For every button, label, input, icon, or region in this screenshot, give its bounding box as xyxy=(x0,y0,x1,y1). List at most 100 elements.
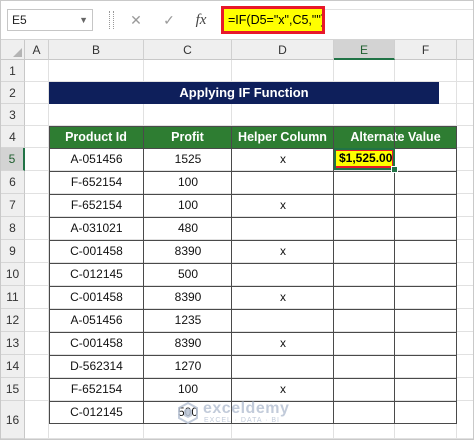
table-border xyxy=(49,355,457,356)
cell-profit[interactable]: 1270 xyxy=(144,355,232,378)
cell-helper[interactable]: x xyxy=(232,148,334,171)
cell-alternate-value-ext[interactable] xyxy=(395,217,457,240)
select-all-corner[interactable] xyxy=(1,40,25,60)
cell-profit[interactable]: 480 xyxy=(144,217,232,240)
cell-alternate-value-ext[interactable] xyxy=(395,171,457,194)
column-header-overflow[interactable] xyxy=(457,40,473,60)
cell-profit[interactable]: 100 xyxy=(144,194,232,217)
cell-profit[interactable]: 500 xyxy=(144,263,232,286)
cell-alternate-value-ext[interactable] xyxy=(395,263,457,286)
row-header-9[interactable]: 9 xyxy=(1,240,25,263)
cell-product-id[interactable]: C-001458 xyxy=(49,332,144,355)
header-product-id[interactable]: Product Id xyxy=(49,126,144,148)
cell-alternate-value-ext[interactable] xyxy=(395,378,457,401)
cell-product-id[interactable]: C-012145 xyxy=(49,263,144,286)
row-header-4[interactable]: 4 xyxy=(1,126,25,148)
cell-product-id[interactable]: C-001458 xyxy=(49,240,144,263)
cell-alternate-value-ext[interactable] xyxy=(395,240,457,263)
close-icon[interactable]: ✕ xyxy=(126,10,146,30)
formula-input[interactable]: =IF(D5="x",C5,"") xyxy=(221,6,325,34)
row-header-10[interactable]: 10 xyxy=(1,263,25,286)
column-header-c[interactable]: C xyxy=(144,40,232,60)
cell-alternate-value-ext[interactable] xyxy=(395,401,457,424)
cell-product-id[interactable]: C-012145 xyxy=(49,401,144,424)
row-header-6[interactable]: 6 xyxy=(1,171,25,194)
formula-bar-grip[interactable] xyxy=(109,11,114,29)
active-cell-outline xyxy=(334,148,395,170)
column-header-e[interactable]: E xyxy=(334,40,395,60)
cell-alternate-value[interactable] xyxy=(334,355,395,378)
cell-alternate-value[interactable] xyxy=(334,171,395,194)
sheet-title[interactable]: Applying IF Function xyxy=(49,82,439,104)
cell-alternate-value[interactable] xyxy=(334,286,395,309)
cell-profit[interactable]: 100 xyxy=(144,378,232,401)
cell-helper[interactable]: x xyxy=(232,194,334,217)
formula-input-extension[interactable] xyxy=(325,9,473,32)
row-header-5[interactable]: 5 xyxy=(1,148,25,171)
cell-helper[interactable] xyxy=(232,355,334,378)
cell-alternate-value[interactable] xyxy=(334,194,395,217)
row-header-11[interactable]: 11 xyxy=(1,286,25,309)
gridline xyxy=(25,438,473,439)
cell-helper[interactable] xyxy=(232,171,334,194)
row-header-16[interactable]: 16 xyxy=(1,401,25,439)
exceldemy-logo-icon xyxy=(178,402,198,424)
cell-alternate-value[interactable] xyxy=(334,378,395,401)
cell-alternate-value-ext[interactable] xyxy=(395,194,457,217)
cell-profit[interactable]: 1235 xyxy=(144,309,232,332)
cell-profit[interactable]: 8390 xyxy=(144,332,232,355)
cell-product-id[interactable]: F-652154 xyxy=(49,378,144,401)
cell-product-id[interactable]: A-051456 xyxy=(49,309,144,332)
cell-helper[interactable]: x xyxy=(232,378,334,401)
cell-helper[interactable] xyxy=(232,309,334,332)
cell-product-id[interactable]: C-001458 xyxy=(49,286,144,309)
cell-profit[interactable]: 8390 xyxy=(144,240,232,263)
column-header-b[interactable]: B xyxy=(49,40,144,60)
row-header-12[interactable]: 12 xyxy=(1,309,25,332)
cell-alternate-value[interactable] xyxy=(334,332,395,355)
cell-helper[interactable]: x xyxy=(232,240,334,263)
fx-icon[interactable]: fx xyxy=(191,10,211,30)
cell-product-id[interactable]: D-562314 xyxy=(49,355,144,378)
column-header-f[interactable]: F xyxy=(395,40,457,60)
cell-alternate-value[interactable] xyxy=(334,309,395,332)
header-profit[interactable]: Profit xyxy=(144,126,232,148)
row-header-1[interactable]: 1 xyxy=(1,60,25,82)
cell-alternate-value-ext[interactable] xyxy=(395,355,457,378)
cell-product-id[interactable]: A-031021 xyxy=(49,217,144,240)
name-box[interactable]: E5 ▼ xyxy=(7,9,93,31)
cell-alternate-value[interactable] xyxy=(334,401,395,424)
cell-profit[interactable]: 100 xyxy=(144,171,232,194)
checkmark-icon[interactable]: ✓ xyxy=(159,10,179,30)
header-helper-column[interactable]: Helper Column xyxy=(232,126,334,148)
row-header-2[interactable]: 2 xyxy=(1,82,25,104)
watermark-tagline: EXCEL · DATA · BI xyxy=(204,417,280,424)
cell-alternate-value[interactable] xyxy=(334,240,395,263)
cell-helper[interactable]: x xyxy=(232,286,334,309)
column-header-d[interactable]: D xyxy=(232,40,334,60)
cell-profit[interactable]: 1525 xyxy=(144,148,232,171)
cell-helper[interactable]: x xyxy=(232,332,334,355)
chevron-down-icon[interactable]: ▼ xyxy=(79,10,88,30)
header-alternate-value[interactable]: Alternate Value xyxy=(334,126,457,148)
cell-helper[interactable] xyxy=(232,217,334,240)
cell-alternate-value-ext[interactable] xyxy=(395,332,457,355)
cell-helper[interactable] xyxy=(232,263,334,286)
cell-alternate-value-ext[interactable] xyxy=(395,148,457,171)
fill-handle[interactable] xyxy=(391,166,398,173)
row-header-3[interactable]: 3 xyxy=(1,104,25,126)
cell-alternate-value-ext[interactable] xyxy=(395,309,457,332)
row-header-8[interactable]: 8 xyxy=(1,217,25,240)
cell-product-id[interactable]: F-652154 xyxy=(49,194,144,217)
cell-alternate-value[interactable] xyxy=(334,263,395,286)
cell-alternate-value-ext[interactable] xyxy=(395,286,457,309)
row-header-15[interactable]: 15 xyxy=(1,378,25,401)
cell-product-id[interactable]: F-652154 xyxy=(49,171,144,194)
row-header-14[interactable]: 14 xyxy=(1,355,25,378)
cell-product-id[interactable]: A-051456 xyxy=(49,148,144,171)
row-header-7[interactable]: 7 xyxy=(1,194,25,217)
cell-alternate-value[interactable] xyxy=(334,217,395,240)
row-header-13[interactable]: 13 xyxy=(1,332,25,355)
cell-profit[interactable]: 8390 xyxy=(144,286,232,309)
column-header-a[interactable]: A xyxy=(25,40,49,60)
